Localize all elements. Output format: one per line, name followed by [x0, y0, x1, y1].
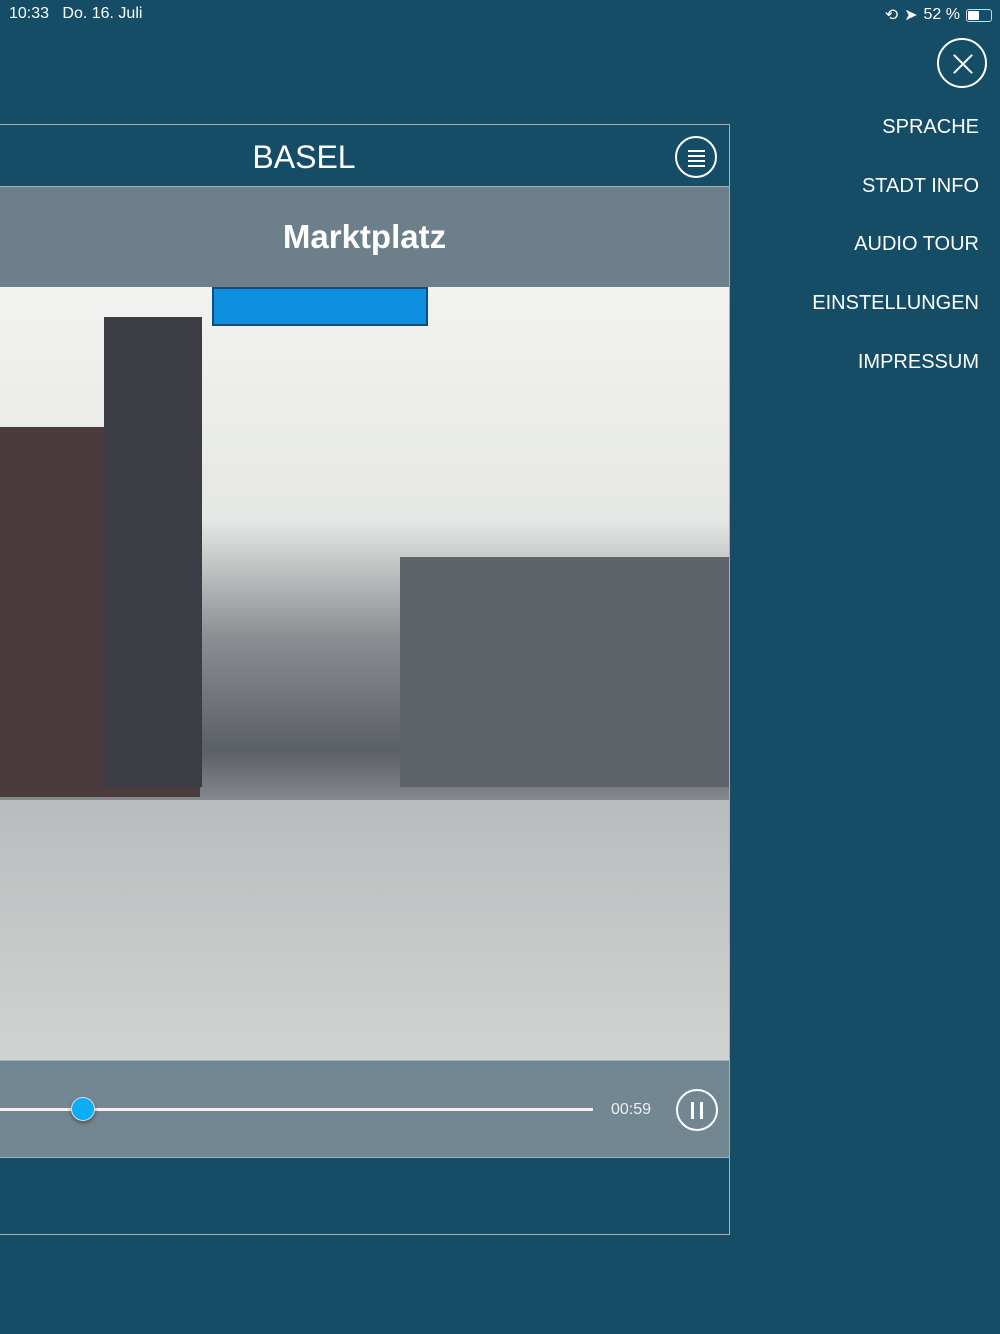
menu-item-impressum[interactable]: IMPRESSUM	[812, 349, 979, 408]
menu-item-einstellungen[interactable]: EINSTELLUNGEN	[812, 290, 979, 349]
clock: 10:33	[9, 5, 50, 22]
status-right: ⟲ ➤ 52 %	[885, 5, 992, 25]
menu-button[interactable]	[675, 136, 717, 178]
photo-road	[0, 800, 729, 1060]
slider-thumb[interactable]	[71, 1097, 96, 1121]
photo-buildings-right	[400, 557, 729, 787]
battery-percent: 52 %	[923, 6, 960, 23]
menu-item-audio-tour[interactable]: AUDIO TOUR	[812, 231, 979, 290]
city-title: BASEL	[252, 139, 356, 175]
pause-button[interactable]	[676, 1089, 718, 1131]
close-menu-button[interactable]	[937, 38, 987, 88]
location-icon: ➤	[904, 7, 918, 24]
elapsed-time: 00:59	[611, 1101, 652, 1118]
photo-tower	[104, 317, 202, 787]
side-menu: SPRACHE STADT INFO AUDIO TOUR EINSTELLUN…	[812, 114, 979, 407]
menu-item-stadt-info[interactable]: STADT INFO	[812, 173, 979, 232]
date: Do. 16. Juli	[62, 5, 143, 22]
blue-banner	[212, 287, 428, 326]
audio-player: 00:59	[0, 1060, 729, 1158]
status-bar: 10:33 Do. 16. Juli ⟲ ➤ 52 %	[0, 0, 1000, 28]
battery-icon	[966, 8, 992, 22]
app-header: BASEL	[0, 125, 729, 187]
rotation-lock-icon: ⟲	[884, 7, 899, 24]
place-photo	[0, 287, 729, 1060]
menu-item-sprache[interactable]: SPRACHE	[812, 114, 979, 173]
status-left: 10:33 Do. 16. Juli	[9, 5, 142, 23]
main-panel: BASEL Marktplatz 00:59	[0, 124, 730, 1235]
place-title: Marktplatz	[0, 187, 729, 287]
